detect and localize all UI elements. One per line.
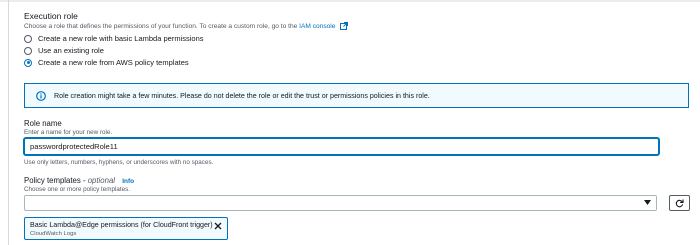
external-link-icon[interactable]: [340, 22, 349, 30]
close-icon[interactable]: [214, 222, 222, 230]
radio-label-basic-permissions: Create a new role with basic Lambda perm…: [38, 34, 204, 43]
refresh-button[interactable]: [669, 195, 690, 211]
info-alert: Role creation might take a few minutes. …: [24, 83, 689, 108]
info-icon: [36, 90, 46, 101]
token-subtitle: CloudWatch Logs: [30, 231, 77, 237]
radio-button-basic-permissions[interactable]: [24, 34, 32, 43]
policy-templates-label-text: Policy templates: [24, 176, 81, 185]
left-divider: [8, 0, 9, 245]
role-name-hint: Enter a name for your new role.: [24, 129, 113, 136]
refresh-icon: [675, 199, 684, 207]
top-divider: [0, 0, 700, 2]
radio-option-basic-permissions[interactable]: Create a new role with basic Lambda perm…: [24, 34, 204, 43]
radio-option-existing-role[interactable]: Use an existing role: [24, 46, 104, 55]
optional-label: optional: [87, 176, 116, 185]
radio-label-policy-templates: Create a new role from AWS policy templa…: [38, 58, 189, 67]
info-link[interactable]: Info: [122, 178, 134, 185]
alert-message: Role creation might take a few minutes. …: [54, 91, 430, 100]
policy-templates-label: Policy templates - optional Info: [24, 176, 135, 185]
role-name-constraint: Use only letters, numbers, hyphens, or u…: [24, 159, 214, 166]
policy-template-token: Basic Lambda@Edge permissions (for Cloud…: [24, 217, 228, 240]
token-title: Basic Lambda@Edge permissions (for Cloud…: [30, 221, 213, 229]
iam-console-link[interactable]: IAM console: [299, 23, 335, 30]
radio-button-existing-role[interactable]: [24, 46, 32, 55]
policy-templates-select[interactable]: [24, 195, 657, 211]
execution-role-description-text: Choose a role that defines the permissio…: [24, 23, 298, 30]
policy-templates-hint: Choose one or more policy templates.: [24, 186, 131, 193]
execution-role-description: Choose a role that defines the permissio…: [24, 22, 349, 30]
role-name-input[interactable]: [24, 138, 659, 155]
execution-role-title: Execution role: [24, 11, 78, 21]
radio-option-policy-templates[interactable]: Create a new role from AWS policy templa…: [24, 58, 189, 67]
radio-label-existing-role: Use an existing role: [38, 46, 104, 55]
role-name-label: Role name: [24, 119, 62, 128]
radio-button-policy-templates[interactable]: [24, 58, 32, 67]
caret-down-icon: [644, 200, 651, 205]
